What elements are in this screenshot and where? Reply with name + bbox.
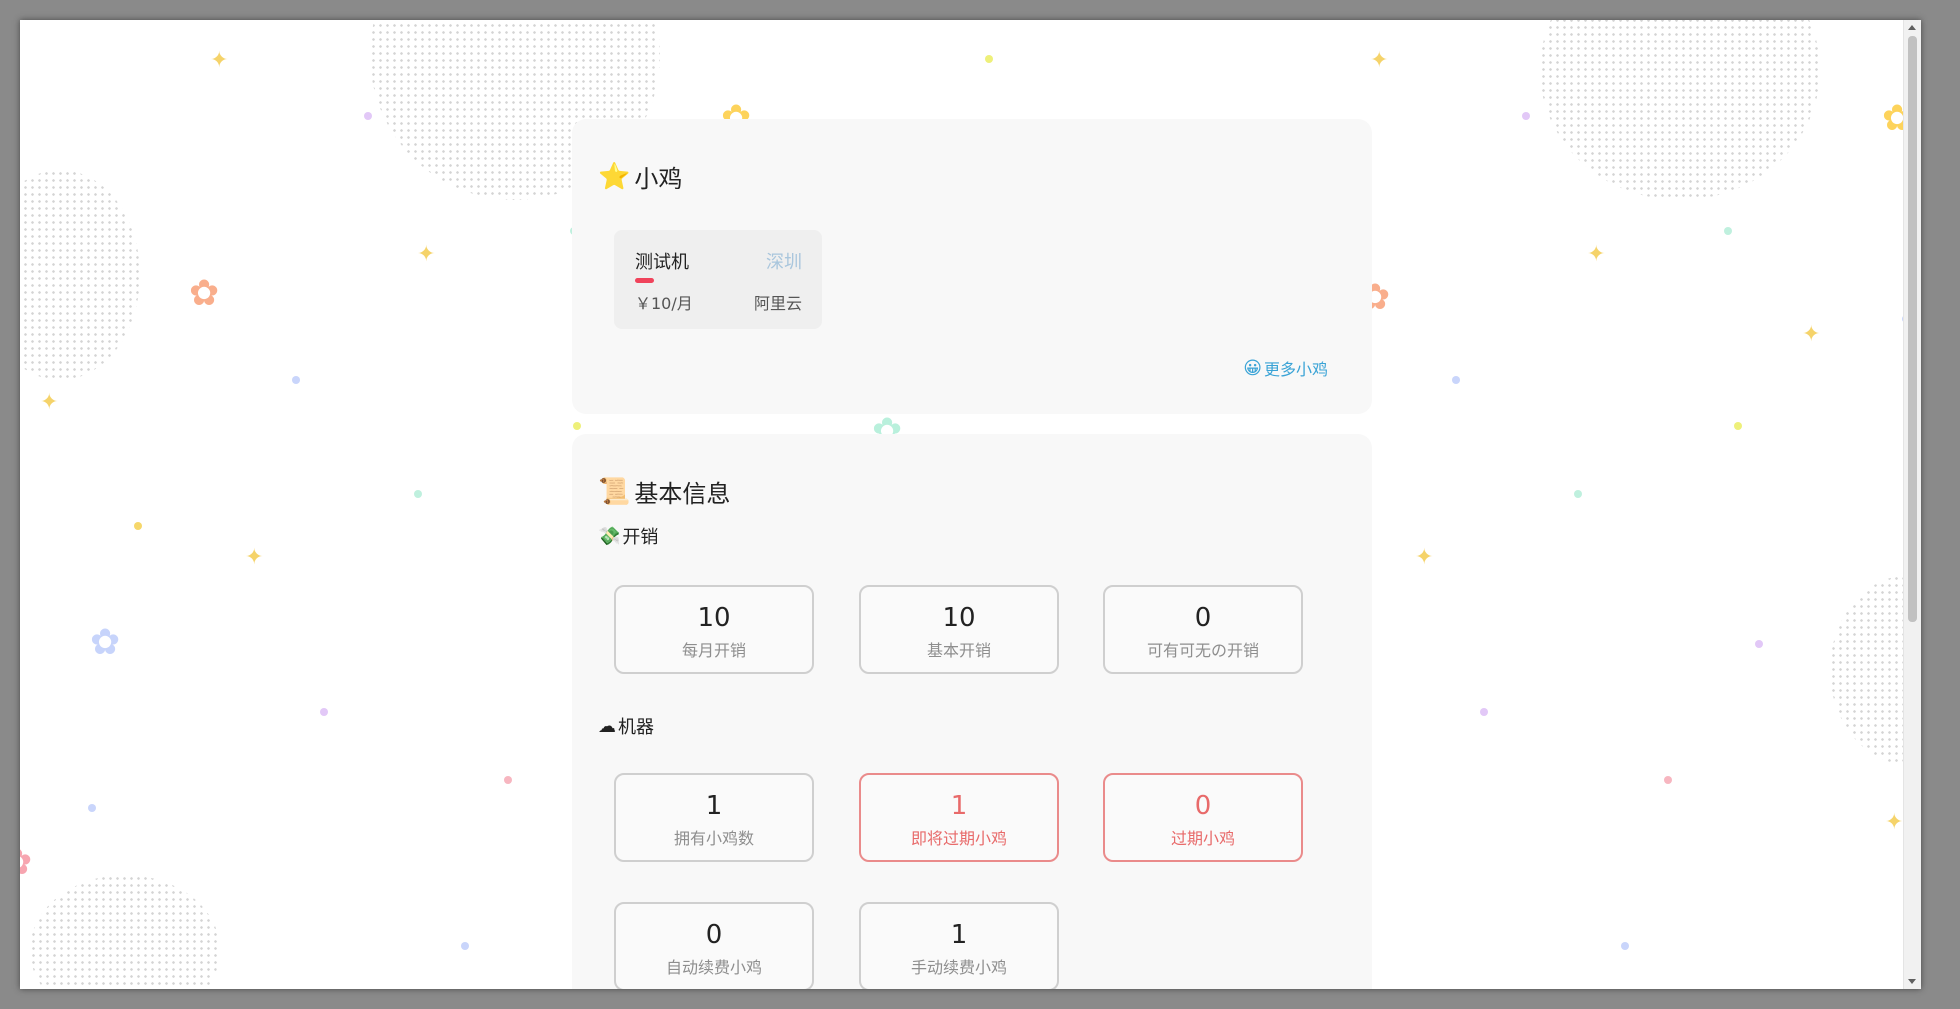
dot-decoration — [1734, 422, 1742, 430]
scrollbar-thumb[interactable] — [1908, 36, 1917, 622]
flower-decoration-icon: ✿ — [20, 845, 32, 881]
hosts-card-title-text: 小鸡 — [634, 165, 683, 193]
sparkle-decoration-icon: ✦ — [1370, 48, 1389, 73]
dot-decoration — [461, 942, 469, 950]
hosts-card: ⭐ 小鸡 测试机 深圳 ￥10/月 阿里云 😀 更多小鸡 — [572, 119, 1372, 414]
stat-value: 0 — [1194, 791, 1212, 821]
host-status-bar — [635, 278, 654, 283]
dot-decoration — [292, 376, 300, 384]
sparkle-decoration-icon: ✦ — [245, 545, 264, 570]
dot-decoration — [134, 522, 142, 530]
dot-decoration — [504, 776, 512, 784]
dot-decoration — [1724, 227, 1732, 235]
dot-decoration — [320, 708, 328, 716]
dot-decoration — [1574, 490, 1582, 498]
more-hosts-link[interactable]: 😀 更多小鸡 — [1243, 356, 1328, 380]
cloud-icon: ☁ — [598, 715, 616, 737]
sparkle-decoration-icon: ✦ — [417, 242, 436, 267]
stat-value: 0 — [705, 920, 723, 950]
stat-optional-cost: 0 可有可无の开销 — [1103, 585, 1303, 674]
basic-info-title-text: 基本信息 — [634, 480, 731, 508]
basic-info-title: 📜 基本信息 — [598, 474, 730, 509]
cost-section-title: 💸 开销 — [598, 523, 658, 549]
dot-decoration — [1522, 112, 1530, 120]
stat-monthly-cost: 10 每月开销 — [614, 585, 814, 674]
stat-owned-hosts: 1 拥有小鸡数 — [614, 773, 814, 862]
stat-basic-cost: 10 基本开销 — [859, 585, 1059, 674]
dot-decoration — [414, 490, 422, 498]
stat-expired-hosts: 0 过期小鸡 — [1103, 773, 1303, 862]
sparkle-decoration-icon: ✦ — [210, 48, 229, 73]
more-hosts-label: 更多小鸡 — [1263, 360, 1328, 379]
star-icon: ⭐ — [598, 161, 631, 192]
dot-decoration — [88, 804, 96, 812]
stat-value: 10 — [697, 603, 731, 633]
sparkle-decoration-icon: ✦ — [1885, 810, 1904, 835]
stat-label: 自动续费小鸡 — [665, 958, 762, 977]
flower-decoration-icon: ✿ — [90, 622, 121, 663]
stat-label: 可有可无の开销 — [1146, 641, 1259, 660]
sparkle-decoration-icon: ✦ — [1587, 242, 1606, 267]
host-name: 测试机 — [635, 252, 689, 273]
dot-decoration — [1664, 776, 1672, 784]
dot-decoration — [1621, 942, 1629, 950]
basic-info-card: 📜 基本信息 💸 开销 10 每月开销 10 基本开销 0 可有可无の开销 ☁ — [572, 434, 1372, 989]
stat-value: 1 — [705, 791, 723, 821]
dot-pattern-decoration — [20, 170, 140, 380]
host-price: ￥10/月 — [635, 294, 693, 313]
browser-window: ✿ ✿ ✿ ✿ ✿ ✿ ✿ ✦ ✦ ✦ ✦ ✦ ✦ ✦ ✦ ✦ — [20, 20, 1921, 989]
stat-value: 1 — [950, 920, 968, 950]
stat-label: 每月开销 — [681, 641, 746, 660]
stat-value: 1 — [950, 791, 968, 821]
vertical-scrollbar[interactable] — [1903, 20, 1921, 989]
machines-section-title: ☁ 机器 — [598, 713, 654, 739]
money-icon: 💸 — [598, 525, 621, 547]
host-provider: 阿里云 — [753, 294, 802, 313]
dot-pattern-decoration — [30, 875, 220, 989]
sparkle-decoration-icon: ✦ — [1415, 545, 1434, 570]
sparkle-decoration-icon: ✦ — [40, 390, 59, 415]
cost-section-title-text: 开销 — [622, 527, 659, 548]
scroll-down-icon[interactable] — [1908, 979, 1916, 984]
stat-manual-renew-hosts: 1 手动续费小鸡 — [859, 902, 1059, 989]
hosts-card-title: ⭐ 小鸡 — [598, 159, 682, 194]
dot-pattern-decoration — [1540, 20, 1820, 200]
page-viewport: ✿ ✿ ✿ ✿ ✿ ✿ ✿ ✦ ✦ ✦ ✦ ✦ ✦ ✦ ✦ ✦ — [20, 20, 1921, 989]
stat-label: 即将过期小鸡 — [910, 829, 1007, 848]
dot-decoration — [1452, 376, 1460, 384]
smiley-icon: 😀 — [1243, 357, 1262, 379]
machines-section-title-text: 机器 — [618, 717, 654, 738]
flower-decoration-icon: ✿ — [189, 273, 220, 314]
stat-auto-renew-hosts: 0 自动续费小鸡 — [614, 902, 814, 989]
stat-value: 10 — [942, 603, 976, 633]
stat-label: 拥有小鸡数 — [673, 829, 754, 848]
dot-decoration — [1480, 708, 1488, 716]
dot-decoration — [1755, 640, 1763, 648]
stat-value: 0 — [1194, 603, 1212, 633]
host-region: 深圳 — [766, 252, 802, 273]
stat-label: 手动续费小鸡 — [910, 958, 1007, 977]
scroll-up-icon[interactable] — [1908, 25, 1916, 30]
sparkle-decoration-icon: ✦ — [1802, 322, 1821, 347]
scroll-icon: 📜 — [598, 476, 631, 507]
stat-label: 基本开销 — [926, 641, 991, 660]
dot-decoration — [573, 422, 581, 430]
stat-expiring-hosts: 1 即将过期小鸡 — [859, 773, 1059, 862]
stat-label: 过期小鸡 — [1170, 829, 1235, 848]
dot-decoration — [985, 55, 993, 63]
dot-decoration — [364, 112, 372, 120]
host-tile[interactable]: 测试机 深圳 ￥10/月 阿里云 — [614, 230, 822, 329]
